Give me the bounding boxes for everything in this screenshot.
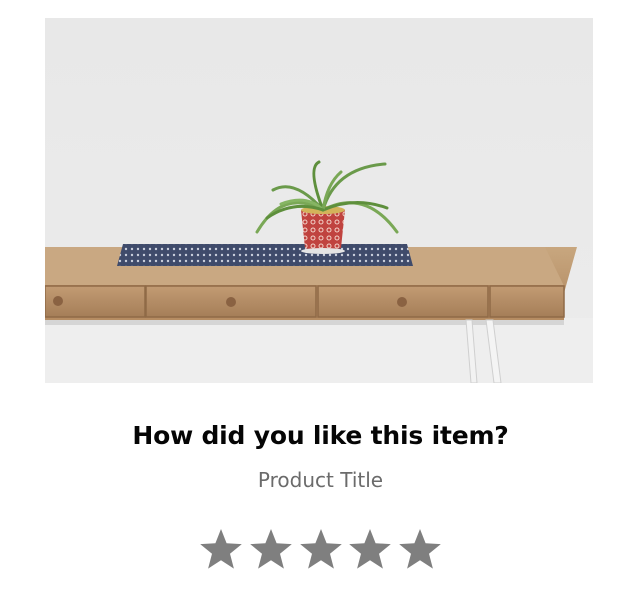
product-title: Product Title: [257, 468, 384, 492]
star-rating: [198, 524, 443, 574]
star-3-icon[interactable]: [298, 526, 344, 572]
star-5-icon[interactable]: [397, 526, 443, 572]
star-1-icon[interactable]: [198, 526, 244, 572]
review-question: How did you like this item?: [132, 421, 509, 450]
review-card: How did you like this item? Product Titl…: [0, 0, 641, 591]
star-4-icon[interactable]: [347, 526, 393, 572]
product-image: [45, 18, 593, 383]
star-2-icon[interactable]: [248, 526, 294, 572]
